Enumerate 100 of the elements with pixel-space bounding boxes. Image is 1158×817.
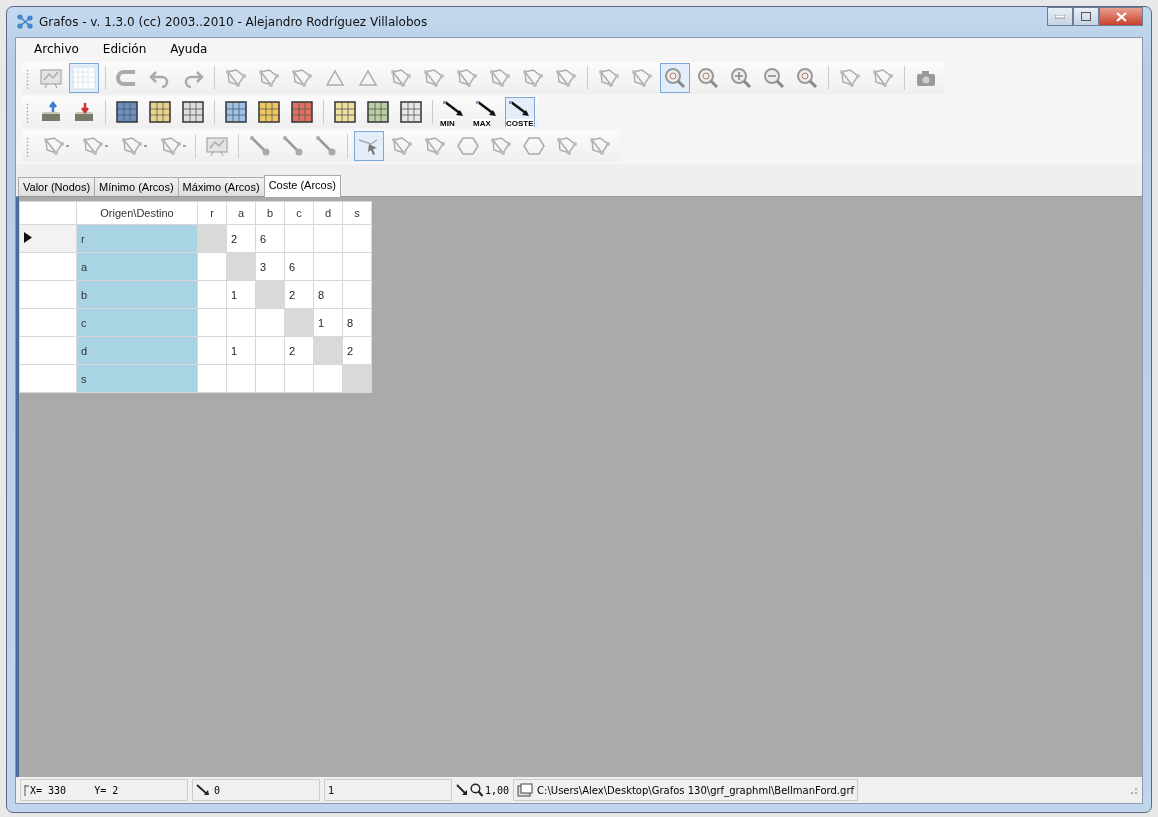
zoom-icon	[470, 783, 483, 797]
graph-icon	[290, 66, 314, 90]
table-icon	[399, 100, 423, 124]
edge-icon	[196, 784, 210, 796]
tab[interactable]: Coste (Arcos)	[263, 175, 341, 197]
edge-value: 0	[214, 784, 221, 796]
graph-icon	[390, 134, 414, 158]
menu-item[interactable]: Edición	[102, 42, 147, 56]
window-title: Grafos - v. 1.3.0 (cc) 2003..2010 - Alejandro Rodríguez Villalobos	[39, 15, 428, 29]
edge-icon	[314, 134, 338, 158]
maximize-button[interactable]	[1073, 7, 1099, 26]
y-coordinate: Y= 2	[94, 784, 119, 796]
magnifier-icon	[696, 66, 720, 90]
graph-icon	[257, 66, 281, 90]
board-icon	[205, 134, 229, 158]
grip-icon	[26, 67, 29, 89]
column-header: b	[255, 201, 285, 225]
table-icon	[115, 100, 139, 124]
magnifier-icon	[795, 66, 819, 90]
graph-icon	[17, 14, 33, 30]
coordinate-icon	[24, 784, 29, 796]
menu-item[interactable]: Ayuda	[170, 42, 208, 56]
graph-icon	[489, 134, 513, 158]
table-icon	[333, 100, 357, 124]
zoom-in-icon	[729, 66, 753, 90]
table-cell: r	[76, 224, 198, 253]
status-value: 1	[328, 784, 335, 796]
table-cell: 1	[226, 280, 256, 309]
edge-icon	[248, 134, 272, 158]
toolbar-button[interactable]	[354, 131, 384, 161]
column-header: d	[313, 201, 343, 225]
graph-icon	[555, 134, 579, 158]
table-icon	[366, 100, 390, 124]
edge-icon	[281, 134, 305, 158]
table-cell: 8	[342, 308, 372, 337]
edge-icon	[456, 784, 468, 796]
menu-item[interactable]: Archivo	[34, 42, 79, 56]
graph-icon	[588, 134, 612, 158]
graph-icon	[422, 66, 446, 90]
row-header[interactable]	[19, 224, 77, 253]
column-header: c	[284, 201, 314, 225]
graph-icon	[389, 66, 413, 90]
graph-icon	[871, 66, 895, 90]
table-cell: 1	[313, 308, 343, 337]
column-header: a	[226, 201, 256, 225]
table-icon	[290, 100, 314, 124]
table-cell: 8	[313, 280, 343, 309]
graph-icon	[554, 66, 578, 90]
table-cell: 1	[226, 336, 256, 365]
file-icon	[517, 783, 534, 797]
graph-icon	[521, 66, 545, 90]
close-button[interactable]	[1099, 7, 1143, 26]
graph-icon	[224, 66, 248, 90]
table-cell: 2	[284, 336, 314, 365]
graph-icon	[597, 66, 621, 90]
hexagon-icon	[456, 134, 480, 158]
graph-icon	[423, 134, 447, 158]
grip-icon	[26, 101, 29, 123]
graph-icon	[838, 66, 862, 90]
table-cell: a	[76, 252, 198, 281]
toolbar-button[interactable]: COSTE	[505, 97, 535, 127]
table-cell: 3	[255, 252, 285, 281]
graph-icon	[630, 66, 654, 90]
graph-icon	[488, 66, 512, 90]
magnifier-icon	[663, 66, 687, 90]
grip-icon	[26, 135, 29, 157]
table-cell: b	[76, 280, 198, 309]
x-coordinate: X= 330	[30, 784, 67, 796]
table-icon	[148, 100, 172, 124]
table-icon	[257, 100, 281, 124]
minimize-button[interactable]	[1047, 7, 1073, 26]
size-grip-icon	[1128, 785, 1138, 795]
table-cell: s	[76, 364, 198, 393]
close-icon	[1115, 11, 1127, 22]
graph-icon	[455, 66, 479, 90]
zoom-level: 1,00	[485, 784, 510, 796]
minimize-icon	[1055, 14, 1065, 19]
table-cell: 6	[284, 252, 314, 281]
toolbar-button[interactable]: MAX	[472, 97, 502, 127]
zoom-out-icon	[762, 66, 786, 90]
toolbar-button[interactable]: MIN	[439, 97, 469, 127]
grid-icon	[72, 66, 96, 90]
current-row-icon	[24, 232, 32, 243]
table-cell: c	[76, 308, 198, 337]
table-cell: 2	[342, 336, 372, 365]
tray-upload-icon	[39, 100, 63, 124]
hexagon-icon	[522, 134, 546, 158]
tab[interactable]: Máximo (Arcos)	[177, 177, 265, 196]
column-header: s	[342, 201, 372, 225]
column-header: Origen\Destino	[76, 201, 198, 225]
column-header: r	[197, 201, 227, 225]
tab[interactable]: Valor (Nodos)	[18, 177, 96, 196]
table-cell: 2	[284, 280, 314, 309]
table-icon	[224, 100, 248, 124]
board-icon	[39, 66, 63, 90]
tray-download-icon	[72, 100, 96, 124]
maximize-icon	[1081, 12, 1091, 21]
table-cell: d	[76, 336, 198, 365]
table-cell: 2	[226, 224, 256, 253]
tab[interactable]: Mínimo (Arcos)	[94, 177, 179, 196]
